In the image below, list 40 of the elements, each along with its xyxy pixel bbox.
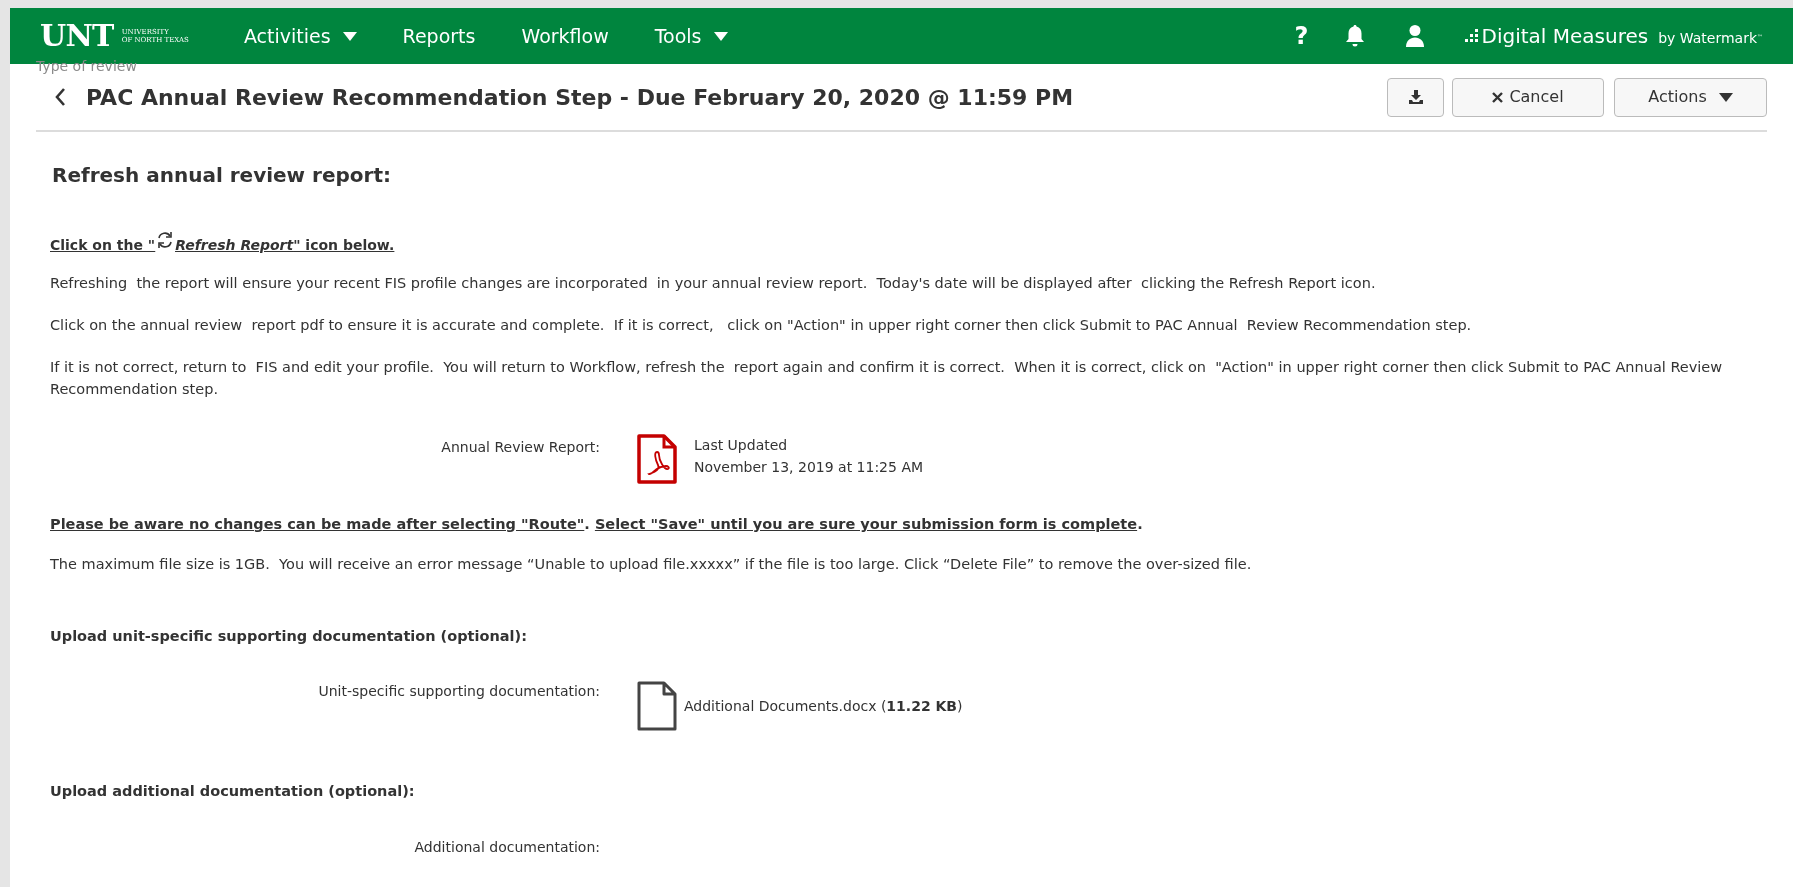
instruction-text: Click on the ": [50, 236, 156, 255]
upload-heading: Upload additional documentation (optional):: [50, 782, 416, 802]
download-icon: [1408, 90, 1423, 104]
field-label: Unit-specific supporting documentation:: [317, 682, 600, 702]
field-label: Annual Review Report:: [440, 438, 600, 457]
instruction-paragraph: Click on the annual review report pdf to ensure it is accurate and complete. If it is correct, click on "Action" in upper right corner then click Submit to PAC Annual Review Recommendation step.: [50, 316, 1473, 335]
back-chevron-icon[interactable]: [54, 87, 66, 107]
route-warning: Please be aware no changes can be made after selecting "Route". Select "Save" until you are sure your submission form is complete.: [50, 515, 1144, 534]
caret-icon: [713, 31, 728, 41]
nav-menu-item[interactable]: Activities: [224, 21, 376, 51]
caret-icon: [1718, 92, 1733, 102]
dots-logo-icon: [1464, 29, 1480, 43]
help-button[interactable]: ?: [1294, 18, 1309, 54]
caret-icon: [342, 31, 357, 41]
pdf-file-icon[interactable]: [636, 434, 678, 484]
instruction-paragraph: If it is not correct, return to FIS and edit your profile. You will return to Workflow, refresh the report again and confirm it is correct. When it is correct, click on "Action" in upper right corner then click Submit to PAC Annual Review Recommendation step.: [50, 358, 1724, 399]
attached-file-name[interactable]: Additional Documents.docx (11.22 KB): [684, 695, 963, 717]
refresh-report-link[interactable]: Refresh Report: [175, 235, 294, 256]
bell-icon[interactable]: [1344, 24, 1365, 48]
instruction-text: " icon below.: [293, 236, 395, 255]
actions-button[interactable]: Actions: [1614, 77, 1767, 117]
section-heading: Refresh annual review report:: [51, 162, 392, 189]
user-icon[interactable]: [1404, 24, 1425, 48]
brand-name: Digital Measures: [1481, 23, 1649, 50]
logo-text: UNT: [40, 21, 114, 51]
document-icon[interactable]: [636, 681, 678, 732]
last-updated-label: Last Updated: [694, 436, 789, 455]
page-title: PAC Annual Review Recommendation Step - Due February 20, 2020 @ 11:59 PM: [86, 83, 1074, 112]
field-label: Additional documentation:: [413, 838, 600, 857]
instruction-paragraph: Refreshing the report will ensure your recent FIS profile changes are incorporated in your annual review report. Today's date will be displayed after clicking the Refresh Report icon.: [50, 274, 1377, 293]
close-icon: [1492, 91, 1504, 103]
nav-menu-item[interactable]: Reports: [383, 21, 495, 51]
nav-menu-item[interactable]: Workflow: [502, 21, 628, 51]
upload-heading: Upload unit-specific supporting documentation (optional):: [50, 626, 528, 646]
cancel-button[interactable]: Cancel: [1452, 77, 1604, 117]
last-updated-date: November 13, 2019 at 11:25 AM: [694, 458, 924, 477]
download-button[interactable]: [1387, 77, 1444, 117]
nav-menu-item[interactable]: Tools: [635, 21, 747, 51]
brand-byline: by Watermark: [1658, 28, 1757, 48]
file-size-note: The maximum file size is 1GB. You will receive an error message “Unable to upload file.xxxxx” if the file is too large. Click “Delete File” to remove the over-sized file.: [50, 554, 1253, 574]
